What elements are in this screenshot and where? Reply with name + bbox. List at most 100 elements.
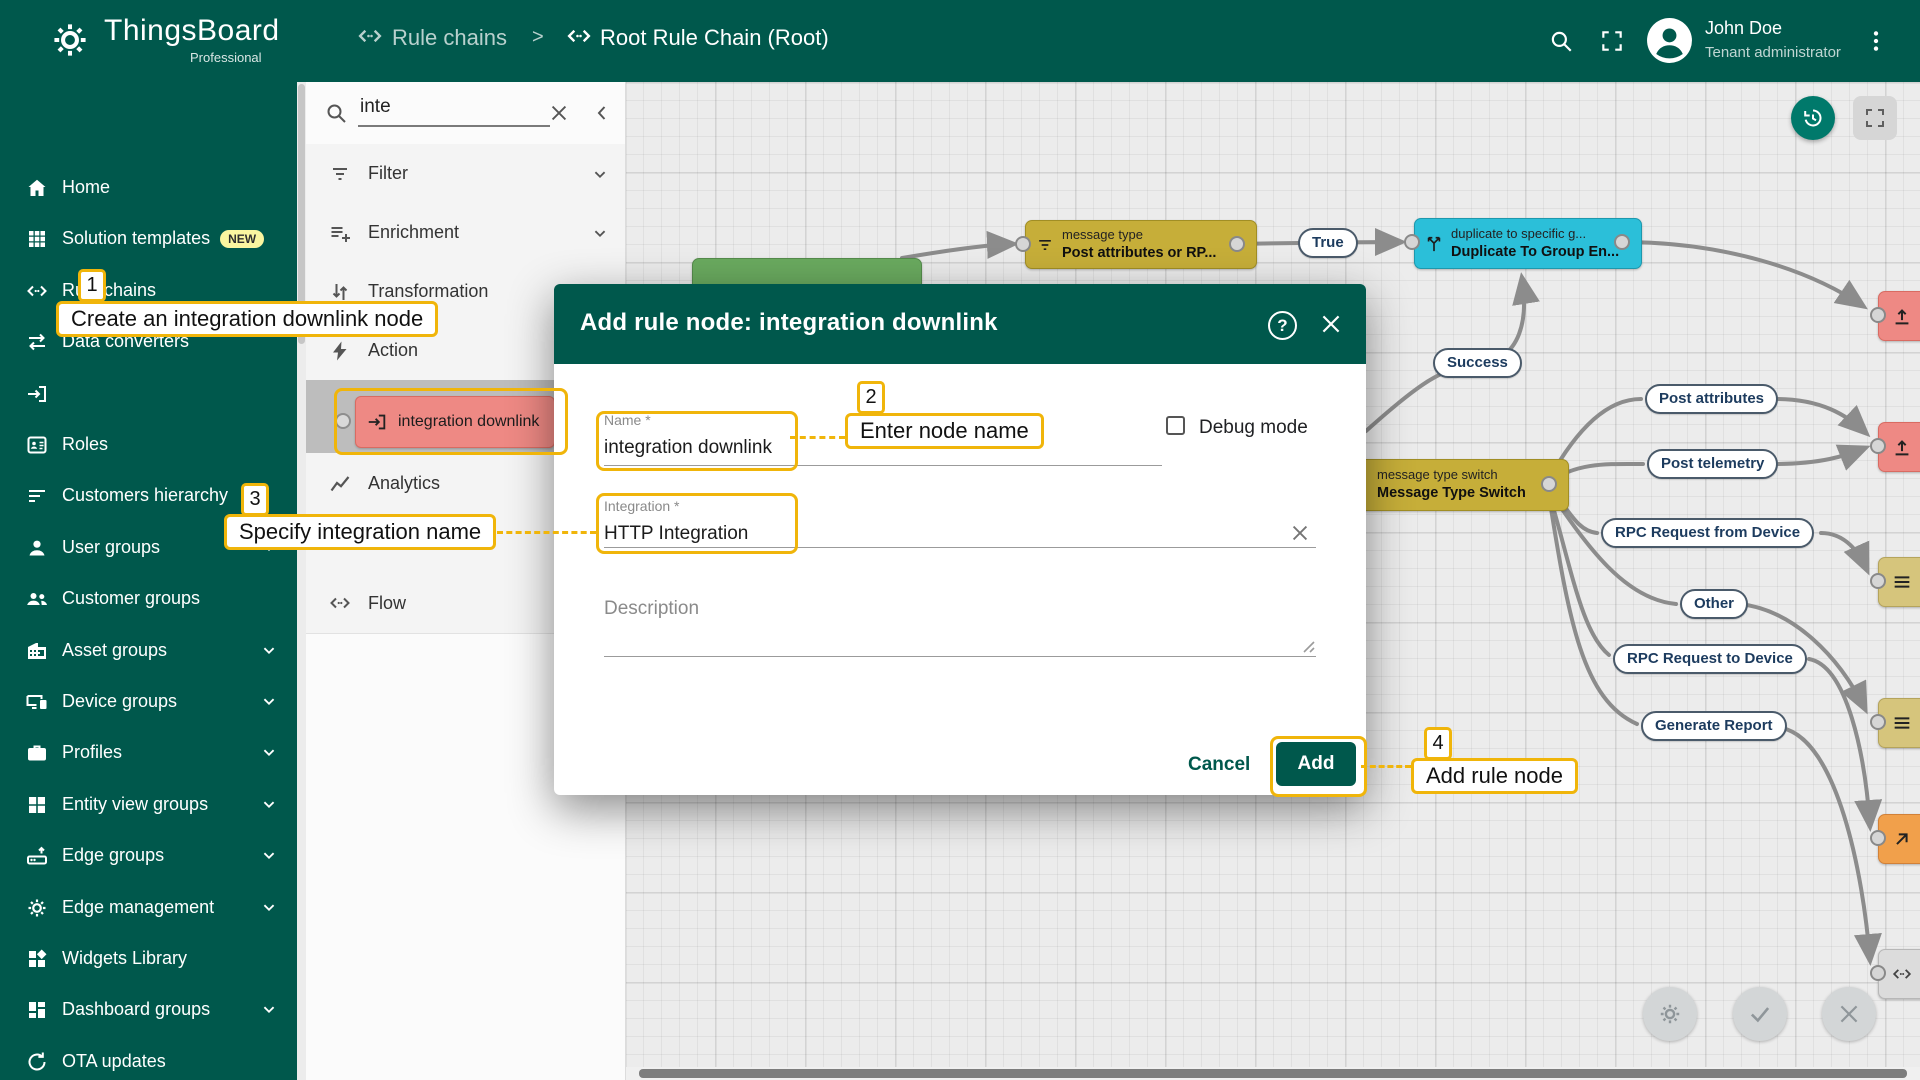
connector-dot[interactable] — [1229, 236, 1245, 252]
palette-node-integration-downlink[interactable]: integration downlink — [355, 396, 555, 448]
cancel-button[interactable]: Cancel — [1178, 748, 1260, 782]
collapse-panel-icon[interactable] — [590, 101, 614, 125]
sidebar-item-solution-templates[interactable]: Solution templates NEW — [0, 213, 297, 264]
chevron-down-icon — [589, 222, 611, 244]
fullscreen-icon[interactable] — [1599, 28, 1625, 54]
annotation-step-1-number: 1 — [78, 269, 106, 302]
annotation-step-4-text: Add rule node — [1411, 758, 1578, 794]
upload-icon — [1891, 436, 1913, 458]
briefcase-icon — [25, 741, 49, 765]
list-icon — [1891, 571, 1913, 593]
swap-icon — [25, 330, 49, 354]
connector-dot[interactable] — [1870, 714, 1886, 730]
search-icon[interactable] — [1548, 28, 1574, 54]
clear-integration-icon[interactable] — [1289, 522, 1311, 544]
list-icon — [1891, 712, 1913, 734]
gear-icon — [1657, 1001, 1683, 1027]
category-label: Enrichment — [368, 222, 460, 242]
sidebar-scrollbar-track[interactable] — [297, 82, 306, 1080]
node-type-label: duplicate to specific g... — [1451, 225, 1587, 241]
sidebar-item-asset-groups[interactable]: Asset groups — [0, 625, 297, 676]
connector-dot[interactable] — [1015, 236, 1031, 252]
breadcrumb-rule-chains[interactable]: Rule chains — [392, 25, 507, 51]
connector-dot[interactable] — [1541, 476, 1557, 492]
annotation-step-2-number: 2 — [857, 381, 885, 414]
more-menu-icon[interactable] — [1863, 28, 1889, 54]
link-label-true[interactable]: True — [1298, 228, 1358, 258]
sidebar-item-home[interactable]: Home — [0, 162, 297, 213]
annotation-2-connector — [790, 436, 845, 439]
description-textarea[interactable]: Description — [604, 598, 699, 620]
rule-chain-icon — [356, 22, 384, 50]
link-label-generate-report[interactable]: Generate Report — [1641, 711, 1787, 741]
annotation-step-2-text: Enter node name — [845, 413, 1044, 449]
debug-mode-checkbox[interactable] — [1166, 416, 1185, 435]
sidebar-item-ota-updates[interactable]: OTA updates — [0, 1036, 297, 1080]
clear-search-icon[interactable] — [548, 102, 570, 124]
sidebar-item-edge-management[interactable]: Edge management — [0, 882, 297, 933]
annotation-step-4-number: 4 — [1424, 727, 1452, 760]
connector-dot[interactable] — [1870, 438, 1886, 454]
connector-dot[interactable] — [1404, 234, 1420, 250]
node-name-label: Message Type Switch — [1377, 485, 1526, 502]
transformation-icon — [328, 280, 352, 304]
sidebar-item-device-groups[interactable]: Device groups — [0, 676, 297, 727]
sidebar-item-dashboard-groups[interactable]: Dashboard groups — [0, 984, 297, 1035]
palette-category-enrichment[interactable]: Enrichment — [306, 203, 625, 263]
name-field-value[interactable]: integration downlink — [604, 437, 772, 459]
link-label-rpc-request-from-device[interactable]: RPC Request from Device — [1601, 518, 1815, 548]
view-grid-icon — [25, 793, 49, 817]
breadcrumb-separator: > — [532, 26, 544, 48]
chevron-down-icon — [258, 998, 280, 1020]
sidebar-item-edge-groups[interactable]: Edge groups — [0, 830, 297, 881]
connector-dot[interactable] — [1614, 234, 1630, 250]
sidebar-item-widgets-library[interactable]: Widgets Library — [0, 933, 297, 984]
call-split-icon — [1424, 234, 1444, 254]
connector-dot[interactable] — [1870, 573, 1886, 589]
sidebar-item-integrations[interactable] — [0, 368, 297, 419]
sidebar-item-entity-view-groups[interactable]: Entity view groups — [0, 779, 297, 830]
integration-field-value[interactable]: HTTP Integration — [604, 523, 748, 545]
palette-category-filter[interactable]: Filter — [306, 144, 625, 204]
rule-chain-icon — [1891, 963, 1913, 985]
sidebar-item-customer-groups[interactable]: Customer groups — [0, 573, 297, 624]
link-label-other[interactable]: Other — [1680, 589, 1749, 619]
canvas-hscrollbar-thumb[interactable] — [639, 1069, 1907, 1078]
name-field-underline — [604, 465, 1162, 466]
dashboard-icon — [25, 998, 49, 1022]
rule-node-message-type[interactable]: message type Post attributes or RP... — [1025, 220, 1257, 269]
breadcrumb-current: Root Rule Chain (Root) — [600, 25, 829, 50]
chevron-down-icon — [258, 690, 280, 712]
link-label-post-telemetry[interactable]: Post telemetry — [1647, 449, 1779, 479]
user-role: Tenant administrator — [1705, 44, 1841, 61]
debug-settings-fab[interactable] — [1643, 987, 1697, 1041]
filter-icon — [328, 162, 352, 186]
gear-icon — [25, 896, 49, 920]
thingsboard-app: message type Post attributes or RP... du… — [0, 0, 1920, 1080]
sidebar-item-profiles[interactable]: Profiles — [0, 727, 297, 778]
name-field-label: Name * — [604, 412, 651, 428]
connector-dot[interactable] — [1870, 307, 1886, 323]
add-button[interactable]: Add — [1276, 742, 1356, 786]
palette-search-input[interactable] — [358, 96, 550, 127]
close-icon[interactable] — [1318, 311, 1344, 337]
connector-dot[interactable] — [1870, 965, 1886, 981]
canvas-fullscreen-button[interactable] — [1853, 96, 1897, 140]
link-label-post-attributes[interactable]: Post attributes — [1645, 384, 1779, 414]
link-label-success[interactable]: Success — [1433, 348, 1522, 378]
rule-node-message-type-switch[interactable]: message type switch Message Type Switch — [1340, 459, 1569, 511]
flow-icon — [328, 591, 352, 615]
link-label-rpc-request-to-device[interactable]: RPC Request to Device — [1613, 644, 1807, 674]
user-avatar[interactable] — [1645, 16, 1694, 65]
sidebar-item-roles[interactable]: Roles — [0, 419, 297, 470]
connector-dot — [335, 413, 351, 429]
description-underline — [604, 656, 1316, 657]
apply-changes-fab[interactable] — [1733, 987, 1787, 1041]
rule-node-duplicate-to-group[interactable]: duplicate to specific g... Duplicate To … — [1414, 218, 1642, 269]
discard-changes-fab[interactable] — [1822, 987, 1876, 1041]
annotation-3-connector — [497, 531, 596, 534]
connector-dot[interactable] — [1870, 830, 1886, 846]
resize-handle-icon[interactable] — [1302, 640, 1316, 654]
help-button[interactable]: ? — [1268, 311, 1297, 340]
version-history-button[interactable] — [1791, 96, 1835, 140]
